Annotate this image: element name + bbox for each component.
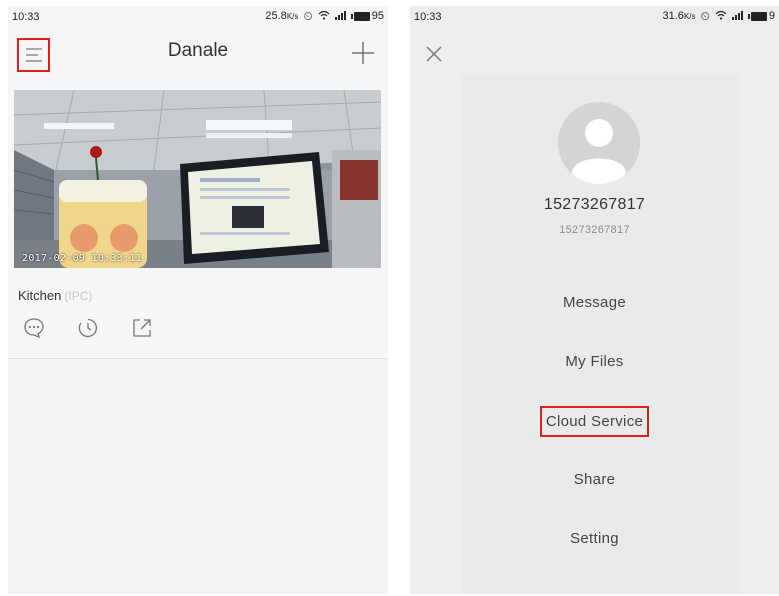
avatar-icon[interactable] [558, 102, 640, 184]
menu-item-message[interactable]: Message [410, 288, 779, 317]
battery-icon: 95 [350, 10, 384, 22]
close-icon[interactable] [422, 42, 446, 66]
app-title: Danale [167, 40, 229, 61]
alarm-clock-icon: ⏲ [303, 9, 313, 23]
camera-preview[interactable] [14, 90, 381, 268]
device-list-empty-area [8, 359, 388, 594]
device-name-row: Kitchen (IPC) [18, 288, 92, 303]
status-bar: 10:33 25.8K/s ⏲ 95 [8, 6, 388, 30]
wifi-icon [715, 10, 727, 22]
side-menu-screen: 10:33 31.6K/s ⏲ 9 15273267817 1527326781… [410, 6, 779, 594]
message-icon[interactable] [22, 316, 46, 340]
network-speed: 25.8K/s [265, 10, 299, 22]
home-screen: 10:33 25.8K/s ⏲ 95 Danale 2017-02-09 10:… [8, 6, 388, 594]
menu-item-my-files[interactable]: My Files [410, 347, 779, 376]
device-name: Kitchen [18, 288, 62, 303]
network-speed: 31.6K/s [662, 10, 696, 22]
status-bar: 10:33 31.6K/s ⏲ 9 [410, 6, 779, 30]
status-time: 10:33 [12, 11, 40, 23]
device-type: (IPC) [64, 289, 93, 303]
playback-clock-icon[interactable] [76, 316, 100, 340]
alarm-clock-icon: ⏲ [700, 9, 710, 23]
app-header: Danale [8, 30, 388, 80]
wifi-icon [318, 10, 330, 22]
user-id: 15273267817 [559, 224, 630, 236]
user-name: 15273267817 [543, 196, 646, 213]
signal-icon [731, 10, 746, 22]
signal-icon [334, 10, 349, 22]
menu-item-share[interactable]: Share [410, 465, 779, 494]
add-icon[interactable] [348, 38, 378, 68]
status-time: 10:33 [414, 11, 442, 23]
share-icon[interactable] [130, 316, 154, 340]
battery-icon: 9 [747, 10, 775, 22]
camera-timestamp: 2017-02-09 10:33:11 [22, 253, 143, 264]
menu-item-cloud-service[interactable]: Cloud Service [410, 406, 779, 437]
menu-item-setting[interactable]: Setting [410, 524, 779, 553]
device-actions [22, 316, 154, 340]
